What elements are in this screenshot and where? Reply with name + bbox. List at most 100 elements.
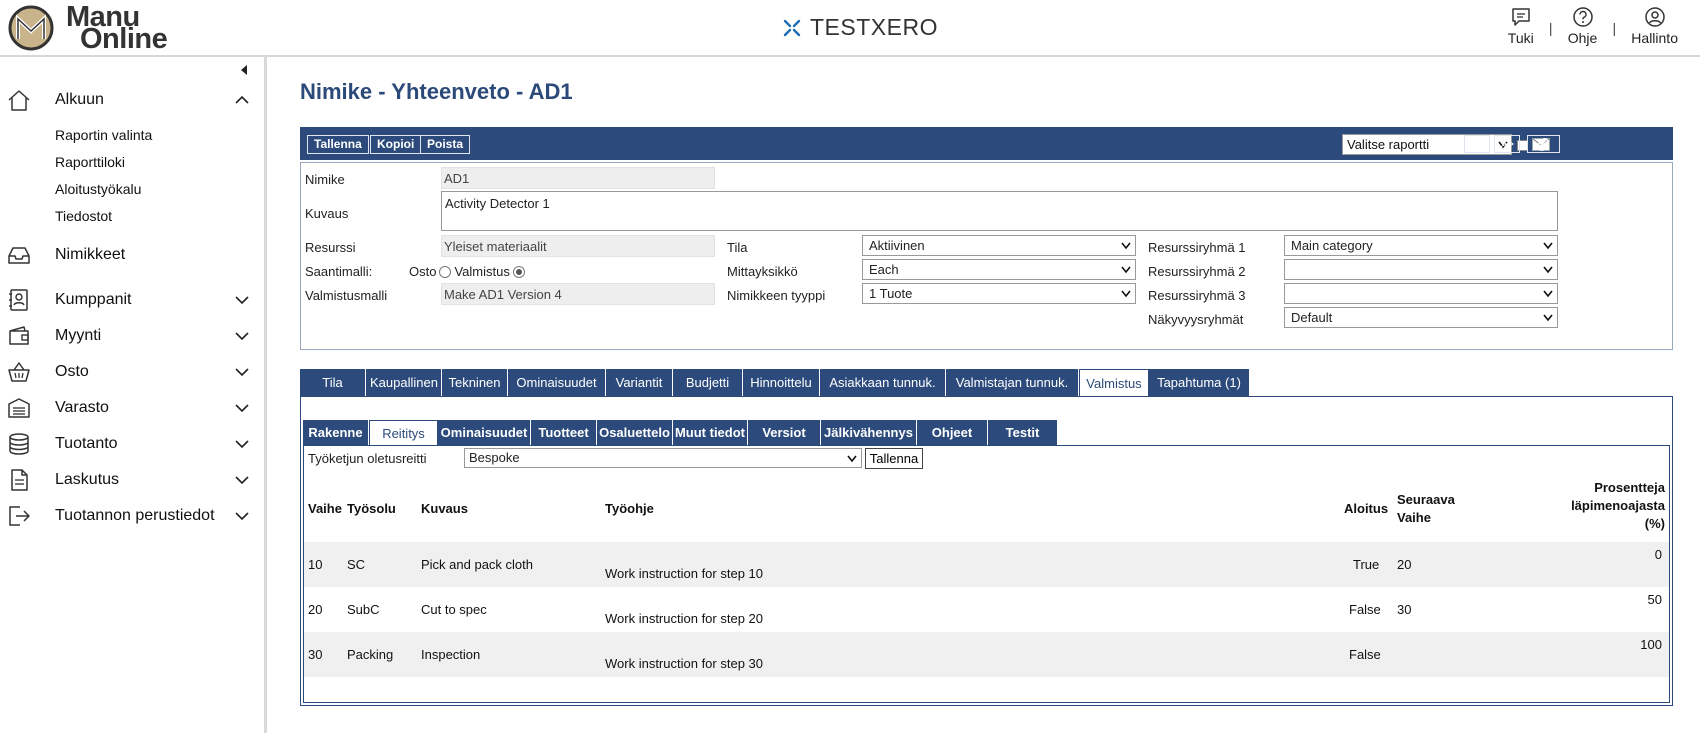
sidebar-item-myynti[interactable]: Myynti [0, 318, 264, 354]
tab-valmistus[interactable]: Valmistus [1079, 369, 1149, 396]
main-tabs: Tila Kaupallinen Tekninen Ominaisuudet V… [300, 369, 1250, 396]
manu-online-logo[interactable]: Manu Online [8, 3, 168, 54]
chevron-down-icon[interactable] [234, 436, 250, 452]
subtab-muut-tiedot[interactable]: Muut tiedot [673, 420, 748, 445]
save-button[interactable]: Tallenna [307, 135, 369, 154]
sidebar-item-alkuun[interactable]: Alkuun [0, 82, 264, 118]
resurssi-field: Yleiset materiaalit [441, 235, 715, 257]
page-title: Nimike - Yhteenveto - AD1 [300, 79, 573, 104]
next-record-button[interactable]: >> [1494, 135, 1520, 153]
submenu-item-raportin-valinta[interactable]: Raportin valinta [55, 122, 264, 149]
chevron-down-icon[interactable] [234, 508, 250, 524]
subtab-osaluettelo[interactable]: Osaluettelo [597, 420, 673, 445]
tab-tekninen[interactable]: Tekninen [442, 369, 508, 396]
kuvaus-label: Kuvaus [305, 206, 349, 221]
subtab-versiot[interactable]: Versiot [748, 420, 821, 445]
tab-kaupallinen[interactable]: Kaupallinen [366, 369, 442, 396]
nakyvyysryhmat-value: Default [1291, 310, 1333, 325]
admin-link[interactable]: Hallinto [1623, 6, 1686, 46]
resurssiryhma-1-select[interactable]: Main category [1284, 235, 1558, 256]
chevron-down-icon[interactable] [234, 400, 250, 416]
tab-hinnoittelu[interactable]: Hinnoittelu [743, 369, 820, 396]
subtab-rakenne[interactable]: Rakenne [303, 420, 369, 445]
table-row[interactable]: 30 Packing Inspection Work instruction f… [304, 632, 1669, 677]
cell-description: Pick and pack cloth [421, 557, 534, 572]
valmistus-radio[interactable] [512, 266, 525, 278]
osto-radio[interactable] [439, 266, 452, 278]
delete-button[interactable]: Poista [420, 135, 471, 154]
chevron-down-icon [1121, 242, 1131, 250]
top-header: Manu Online TESTXERO Tuki | Ohje | Halli… [0, 0, 1700, 57]
chevron-down-icon[interactable] [234, 328, 250, 344]
tab-asiakkaan-tunnuk[interactable]: Asiakkaan tunnuk. [820, 369, 946, 396]
cell-step: 30 [308, 647, 323, 662]
cell-work-cell: SC [347, 557, 366, 572]
default-route-select[interactable]: Bespoke [464, 448, 862, 468]
submenu-item-aloitustyokalu[interactable]: Aloitustyökalu [55, 176, 264, 203]
tab-tapahtuma[interactable]: Tapahtuma (1) [1149, 369, 1250, 396]
table-row[interactable]: 10 SC Pick and pack cloth Work instructi… [304, 542, 1669, 587]
tab-ominaisuudet[interactable]: Ominaisuudet [508, 369, 606, 396]
resurssiryhma-2-label: Resurssiryhmä 2 [1148, 264, 1246, 279]
tab-tila[interactable]: Tila [300, 369, 366, 396]
cell-next-step: 20 [1397, 557, 1412, 572]
copy-button[interactable]: Kopioi [370, 135, 422, 154]
previous-record-button[interactable]: << [1464, 135, 1490, 153]
cell-work-cell: SubC [347, 602, 380, 617]
header-seuraava-line1: Seuraava [1397, 492, 1455, 507]
submenu-item-raporttiloki[interactable]: Raporttiloki [55, 149, 264, 176]
sidebar-item-laskutus[interactable]: Laskutus [0, 462, 264, 498]
saantimalli-label: Saantimalli: [305, 264, 373, 279]
nimikkeen-tyyppi-select[interactable]: 1 Tuote [862, 283, 1136, 304]
chevron-down-icon [1543, 290, 1553, 298]
sidebar-item-tuotannon-perustiedot[interactable]: Tuotannon perustiedot [0, 498, 264, 534]
sidebar-item-varasto[interactable]: Varasto [0, 390, 264, 426]
wallet-icon [9, 326, 29, 345]
save-route-button[interactable]: Tallenna [865, 448, 923, 469]
submenu-item-tiedostot[interactable]: Tiedostot [55, 203, 264, 230]
attachment-button[interactable] [1527, 135, 1560, 153]
tab-budjetti[interactable]: Budjetti [673, 369, 743, 396]
kuvaus-textarea[interactable]: Activity Detector 1 [441, 191, 1558, 231]
record-toolbar: Tallenna Kopioi Poista Valitse raportti … [300, 127, 1673, 160]
tab-variantit[interactable]: Variantit [606, 369, 673, 396]
subtab-tuotteet[interactable]: Tuotteet [531, 420, 597, 445]
subtab-ominaisuudet[interactable]: Ominaisuudet [438, 420, 531, 445]
default-route-label: Työketjun oletusreitti [308, 451, 427, 466]
sidebar-item-tuotanto[interactable]: Tuotanto [0, 426, 264, 462]
support-label: Tuki [1507, 30, 1534, 46]
tab-valmistajan-tunnuk[interactable]: Valmistajan tunnuk. [946, 369, 1079, 396]
help-link[interactable]: Ohje [1560, 6, 1606, 46]
sidebar-item-kumppanit[interactable]: Kumppanit [0, 282, 264, 318]
saantimalli-options: Osto Valmistus [409, 264, 528, 279]
chevron-down-icon [847, 455, 857, 463]
support-link[interactable]: Tuki [1500, 6, 1542, 46]
subtab-testit[interactable]: Testit [988, 420, 1058, 445]
header-kuvaus: Kuvaus [421, 501, 468, 516]
top-nav: Tuki | Ohje | Hallinto [1500, 6, 1686, 46]
valmistusmalli-field: Make AD1 Version 4 [441, 283, 715, 305]
chevron-up-icon[interactable] [234, 92, 250, 108]
chevron-down-icon[interactable] [234, 472, 250, 488]
document-icon [11, 469, 28, 491]
cell-step: 10 [308, 557, 323, 572]
subtab-jalkivahennys[interactable]: Jälkivähennys [821, 420, 917, 445]
resurssiryhma-3-select[interactable] [1284, 283, 1558, 304]
contacts-icon [9, 289, 28, 311]
subtab-reititys[interactable]: Reititys [369, 420, 438, 445]
help-icon [1572, 7, 1593, 27]
sidebar-item-osto[interactable]: Osto [0, 354, 264, 390]
sidebar-item-nimikkeet[interactable]: Nimikkeet [0, 237, 264, 273]
nakyvyysryhmat-select[interactable]: Default [1284, 307, 1558, 328]
mittayksikko-select[interactable]: Each [862, 259, 1136, 280]
tila-select[interactable]: Aktiivinen [862, 235, 1136, 256]
chevron-down-icon[interactable] [234, 364, 250, 380]
table-row[interactable]: 20 SubC Cut to spec Work instruction for… [304, 587, 1669, 632]
nimikkeen-tyyppi-label: Nimikkeen tyyppi [727, 288, 826, 303]
collapse-sidebar-icon[interactable] [238, 63, 250, 77]
sidebar-submenu-alkuun: Raportin valinta Raporttiloki Aloitustyö… [0, 122, 264, 230]
resurssiryhma-2-select[interactable] [1284, 259, 1558, 280]
subtab-ohjeet[interactable]: Ohjeet [917, 420, 988, 445]
cell-next-step: 30 [1397, 602, 1412, 617]
chevron-down-icon[interactable] [234, 292, 250, 308]
